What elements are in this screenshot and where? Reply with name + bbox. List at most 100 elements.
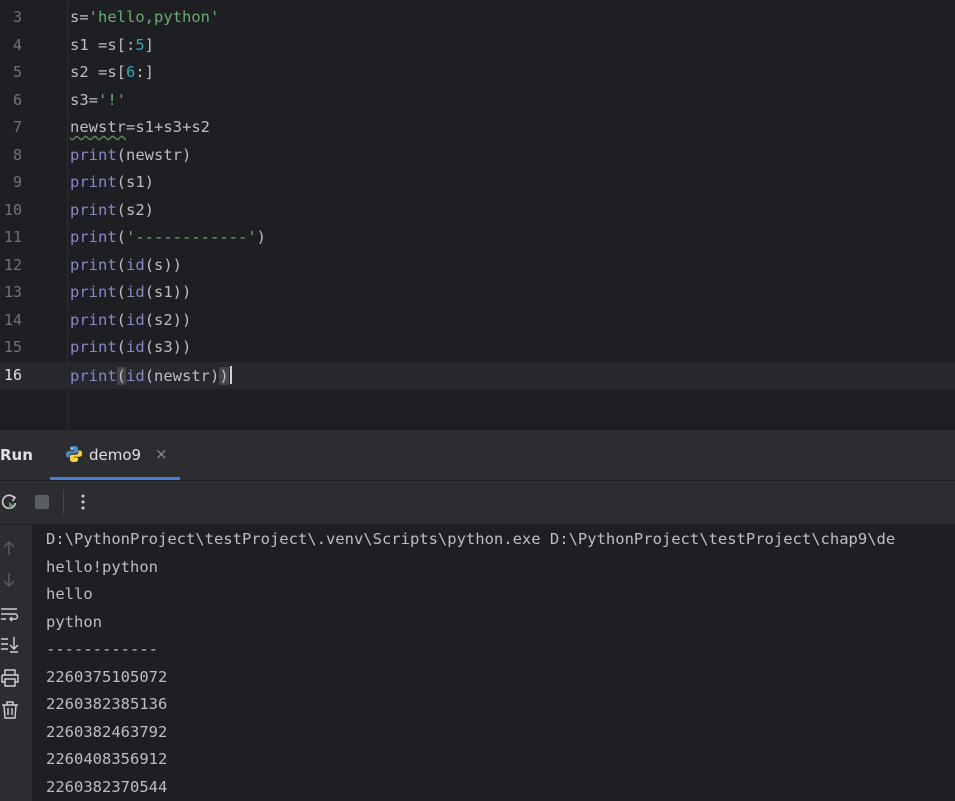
- tab-demo9[interactable]: demo9 ×: [50, 430, 180, 480]
- code-line[interactable]: 15 print(id(s3)): [0, 334, 955, 362]
- run-toolbar: [0, 481, 955, 525]
- warning-identifier[interactable]: newstr: [70, 118, 126, 136]
- line-number: 5: [12, 63, 22, 81]
- number-literal: 6: [126, 63, 136, 81]
- string-literal: 'hello,python': [88, 8, 220, 26]
- rerun-icon[interactable]: [0, 492, 20, 512]
- code-text: (s2)): [144, 310, 192, 329]
- code-text: (newstr): [116, 145, 192, 164]
- output-line: 2260382385136: [46, 695, 168, 713]
- code-text: (s1)): [144, 283, 192, 301]
- builtin-function: id: [126, 366, 145, 385]
- line-number: 15: [3, 338, 22, 356]
- code-editor[interactable]: 3 s='hello,python' 4 s1 =s[:5] 5 s2 =s[6…: [0, 0, 955, 430]
- active-tab-indicator: [50, 477, 180, 480]
- matched-brace: ): [219, 366, 229, 385]
- line-number: 6: [12, 90, 22, 109]
- builtin-function: print: [70, 200, 117, 219]
- python-icon: [66, 446, 82, 462]
- code-line[interactable]: 5 s2 =s[6:]: [0, 59, 955, 87]
- toolbar-separator: [63, 490, 64, 514]
- code-line[interactable]: 14 print(id(s2)): [0, 307, 955, 335]
- code-text: (s2): [116, 200, 154, 219]
- code-text: s=: [70, 8, 89, 26]
- line-number: 8: [12, 145, 22, 164]
- more-options-icon[interactable]: [73, 492, 93, 512]
- matched-brace: (: [116, 366, 127, 385]
- builtin-function: print: [70, 310, 117, 329]
- string-literal: '!': [98, 90, 126, 109]
- down-arrow-icon[interactable]: [0, 570, 20, 590]
- line-number: 11: [3, 228, 22, 246]
- line-number: 16: [3, 365, 22, 384]
- line-number: 12: [3, 255, 22, 274]
- code-line[interactable]: 10 print(s2): [0, 197, 955, 225]
- output-line: D:\PythonProject\testProject\.venv\Scrip…: [46, 530, 896, 548]
- close-icon[interactable]: ×: [155, 445, 168, 463]
- builtin-function: print: [70, 228, 117, 246]
- builtin-function: id: [126, 338, 145, 356]
- code-line[interactable]: 12 print(id(s)): [0, 252, 955, 280]
- soft-wrap-icon[interactable]: [0, 604, 20, 624]
- code-text: :]: [135, 63, 155, 81]
- builtin-function: print: [70, 366, 117, 385]
- builtin-function: print: [70, 338, 117, 356]
- code-text: (s)): [144, 255, 183, 274]
- code-text: (newstr): [144, 366, 220, 385]
- output-line: 2260382370544: [46, 778, 168, 796]
- current-code-line[interactable]: 16 print(id(newstr)): [0, 361, 955, 389]
- code-text: (s1): [116, 173, 154, 191]
- output-line: python: [46, 613, 102, 631]
- print-icon[interactable]: [0, 668, 20, 688]
- console-output[interactable]: D:\PythonProject\testProject\.venv\Scrip…: [32, 525, 955, 801]
- code-line[interactable]: 11 print('------------'): [0, 224, 955, 252]
- code-text: (: [116, 283, 127, 301]
- text-caret: [229, 365, 232, 384]
- stop-icon[interactable]: [32, 492, 52, 512]
- builtin-function: print: [70, 255, 117, 274]
- console-sidebar: [0, 525, 32, 801]
- output-line: 2260408356912: [46, 750, 168, 768]
- code-line[interactable]: 13 print(id(s1)): [0, 279, 955, 307]
- code-text: ]: [144, 35, 155, 54]
- code-text: ): [256, 228, 267, 246]
- code-text: s3=: [70, 90, 98, 109]
- string-literal: '------------': [126, 228, 257, 246]
- builtin-function: print: [70, 173, 117, 191]
- line-number: 3: [12, 8, 22, 26]
- output-line: 2260375105072: [46, 668, 168, 686]
- builtin-function: print: [70, 145, 117, 164]
- code-text: s1 =s[:: [70, 35, 136, 54]
- output-line: hello: [46, 585, 93, 603]
- builtin-function: id: [126, 310, 145, 329]
- code-line[interactable]: 3 s='hello,python': [0, 4, 955, 32]
- code-line[interactable]: 8 print(newstr): [0, 142, 955, 170]
- builtin-function: id: [126, 283, 145, 301]
- line-number: 13: [3, 283, 22, 301]
- code-line[interactable]: 9 print(s1): [0, 169, 955, 197]
- run-panel-title: Run: [0, 446, 33, 464]
- code-line[interactable]: 6 s3='!': [0, 87, 955, 115]
- line-number: 10: [3, 200, 22, 219]
- code-line[interactable]: 4 s1 =s[:5]: [0, 32, 955, 60]
- code-text: s2 =s[: [70, 63, 126, 81]
- trash-icon[interactable]: [0, 700, 20, 720]
- run-panel-header: Run demo9 ×: [0, 430, 955, 481]
- code-line[interactable]: 7 newstr=s1+s3+s2: [0, 114, 955, 142]
- line-number: 7: [12, 118, 22, 136]
- scroll-to-end-icon[interactable]: [0, 634, 20, 654]
- up-arrow-icon[interactable]: [0, 538, 20, 558]
- line-number: 9: [12, 173, 22, 191]
- builtin-function: id: [126, 255, 145, 274]
- output-line: ------------: [46, 640, 158, 658]
- output-line: hello!python: [46, 558, 158, 576]
- tab-label: demo9: [89, 446, 142, 464]
- code-text: (: [116, 255, 127, 274]
- code-text: =s1+s3+s2: [126, 118, 210, 136]
- code-text: (: [116, 338, 127, 356]
- code-text: (: [116, 228, 127, 246]
- number-literal: 5: [135, 35, 145, 54]
- output-line: 2260382463792: [46, 723, 168, 741]
- line-number: 4: [12, 35, 22, 54]
- code-text: (: [116, 310, 127, 329]
